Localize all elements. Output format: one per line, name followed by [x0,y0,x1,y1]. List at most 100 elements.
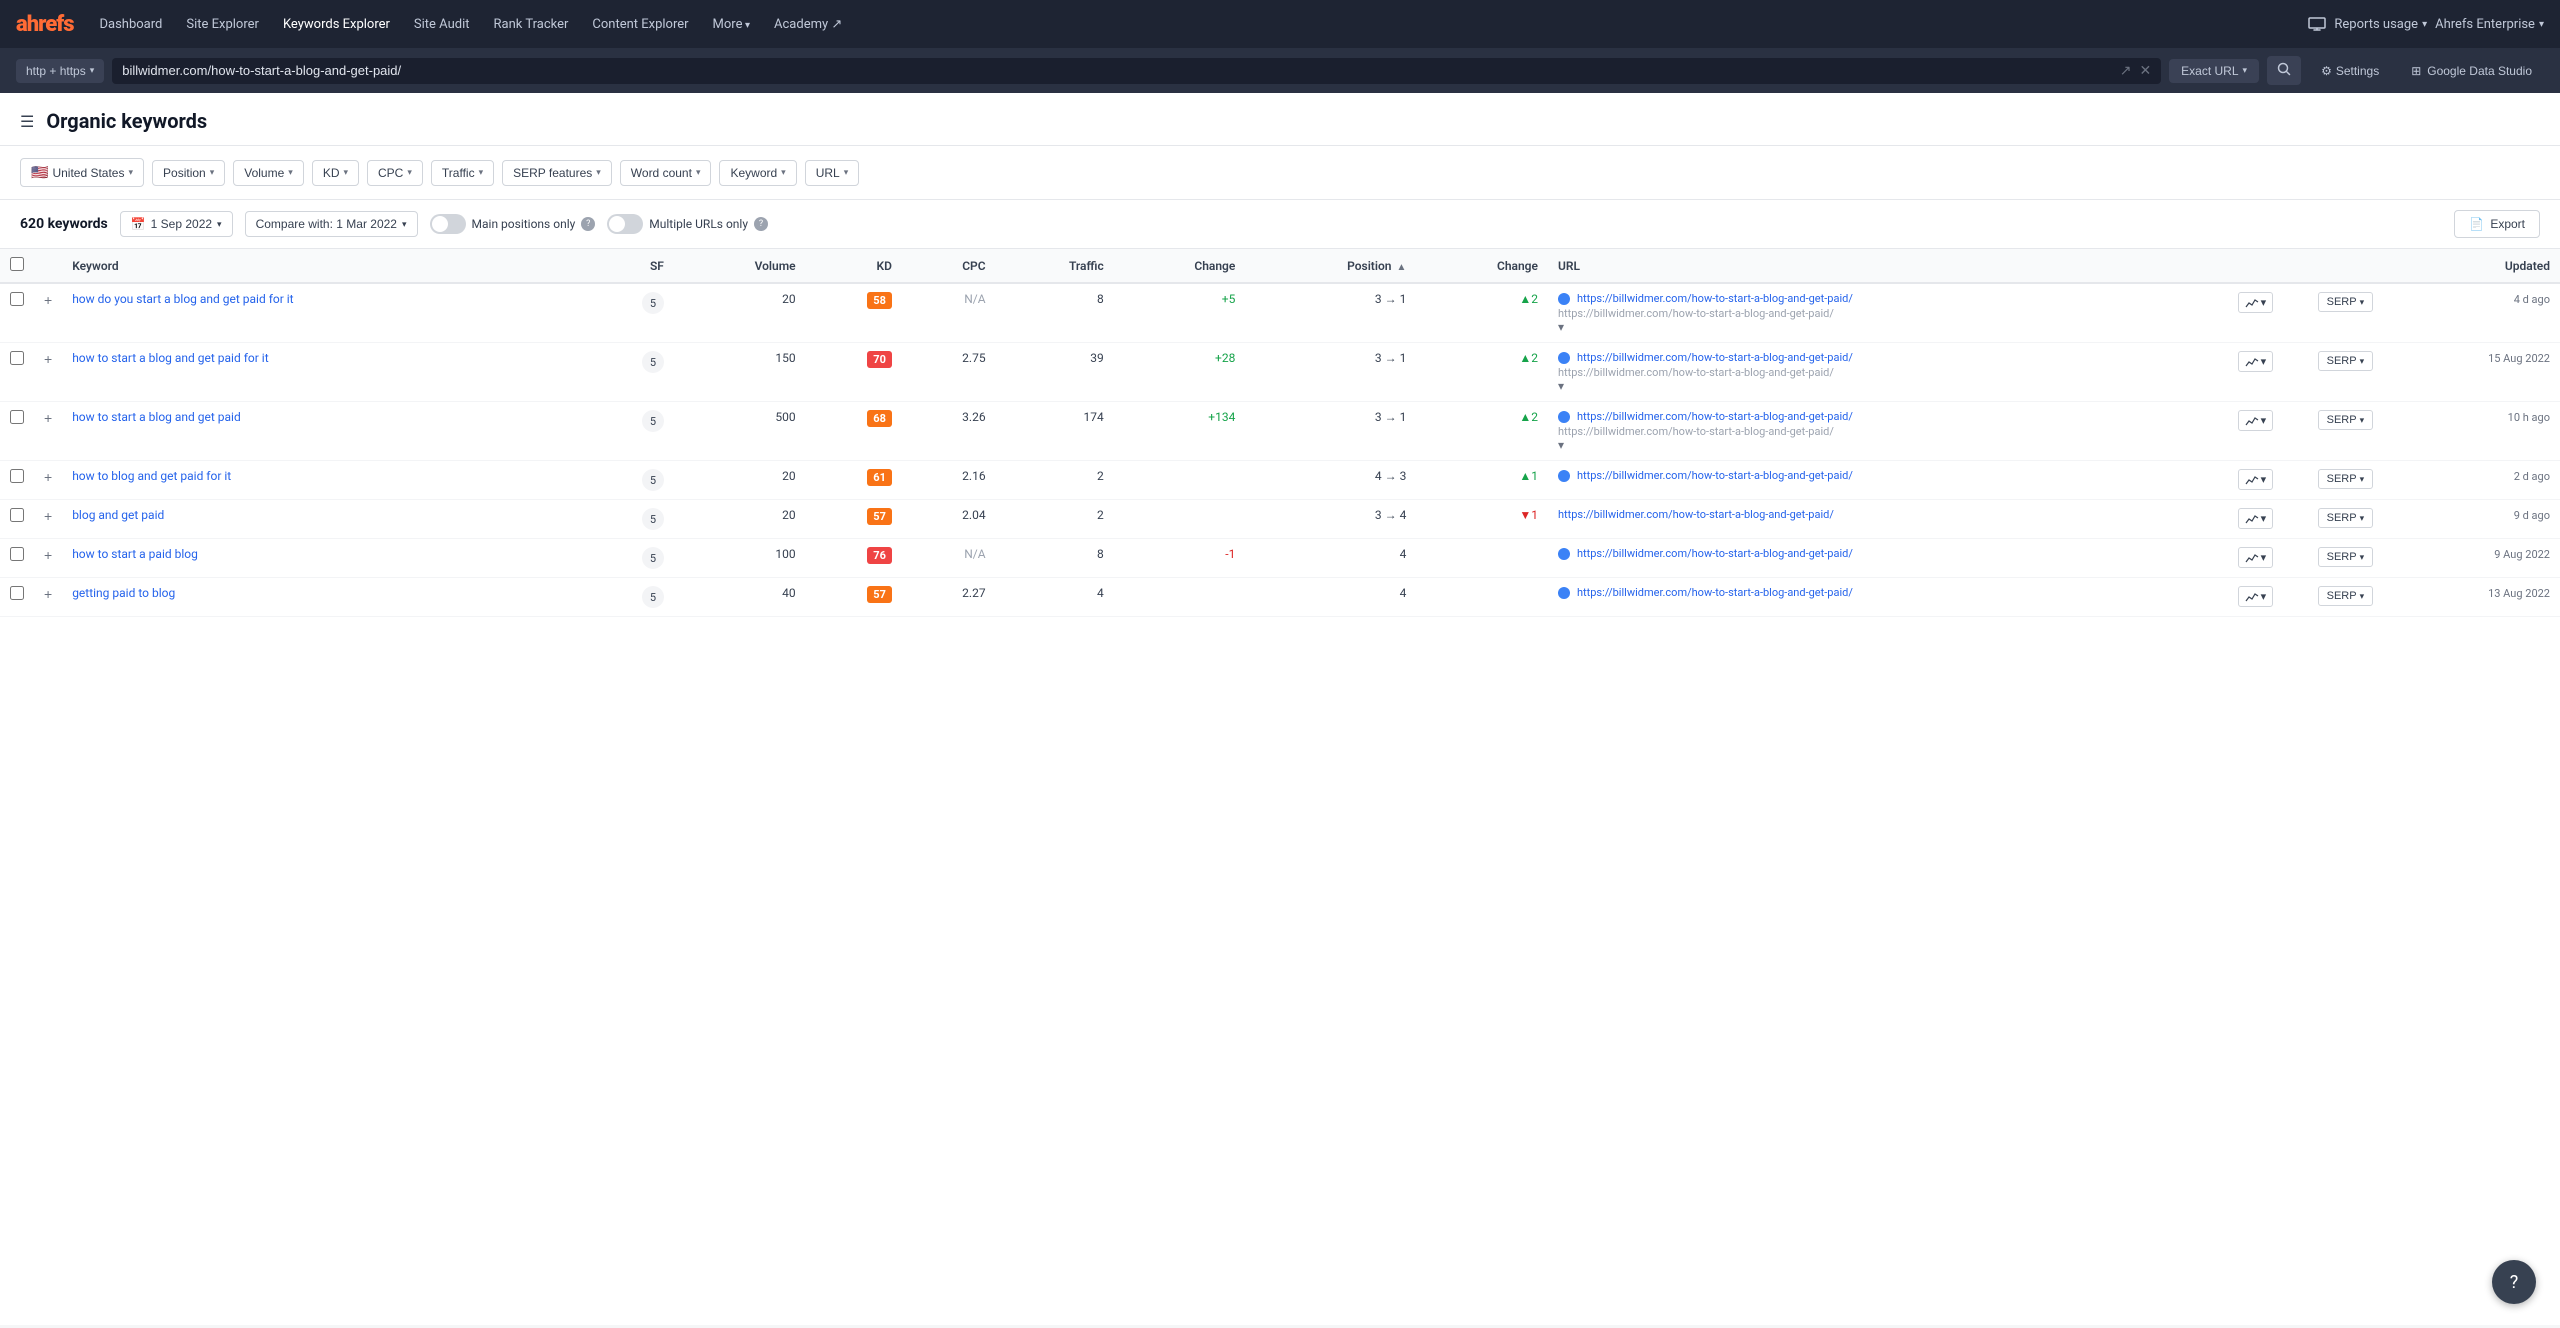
add-to-list-btn[interactable]: + [44,469,52,485]
external-link-icon[interactable]: ↗ [2120,63,2132,79]
main-positions-toggle[interactable] [430,214,466,234]
search-btn[interactable] [2267,56,2301,85]
row-select-checkbox[interactable] [10,410,24,424]
url-link[interactable]: https://billwidmer.com/how-to-start-a-bl… [1558,410,2218,423]
nav-site-explorer[interactable]: Site Explorer [176,11,269,38]
header-change-traffic[interactable]: Change [1114,249,1246,283]
filter-country[interactable]: 🇺🇸 United States ▾ [20,158,144,187]
row-select-checkbox[interactable] [10,508,24,522]
header-url[interactable]: URL [1548,249,2228,283]
chart-btn[interactable]: ▾ [2238,410,2274,431]
add-to-list-btn[interactable]: + [44,547,52,563]
header-volume[interactable]: Volume [674,249,806,283]
header-keyword[interactable]: Keyword [62,249,583,283]
nav-dashboard[interactable]: Dashboard [90,11,173,38]
chart-btn[interactable]: ▾ [2238,292,2274,313]
reports-usage-btn[interactable]: Reports usage ▾ [2334,17,2427,32]
add-to-list-btn[interactable]: + [44,508,52,524]
keyword-link[interactable]: how to start a paid blog [72,547,198,561]
multiple-urls-help[interactable]: ? [754,217,768,231]
header-cpc[interactable]: CPC [902,249,996,283]
filter-keyword[interactable]: Keyword ▾ [719,160,796,186]
url-expand-icon[interactable]: ▾ [1558,320,1564,334]
compare-btn[interactable]: Compare with: 1 Mar 2022 ▾ [245,211,418,237]
nav-site-audit[interactable]: Site Audit [404,11,480,38]
add-to-list-btn[interactable]: + [44,292,52,308]
keyword-link[interactable]: getting paid to blog [72,586,175,600]
serp-btn[interactable]: SERP ▾ [2318,547,2374,567]
settings-btn[interactable]: ⚙ Settings [2309,59,2391,83]
account-btn[interactable]: Ahrefs Enterprise ▾ [2435,17,2544,32]
filter-position[interactable]: Position ▾ [152,160,225,186]
url-input[interactable] [122,63,2111,78]
match-type-btn[interactable]: Exact URL ▾ [2169,59,2259,83]
date-picker-btn[interactable]: 📅 1 Sep 2022 ▾ [120,211,233,237]
add-to-list-btn[interactable]: + [44,410,52,426]
keyword-link[interactable]: how do you start a blog and get paid for… [72,292,293,306]
google-data-studio-btn[interactable]: ⊞ Google Data Studio [2399,59,2544,83]
nav-rank-tracker[interactable]: Rank Tracker [484,11,579,38]
filter-cpc[interactable]: CPC ▾ [367,160,423,186]
chart-btn[interactable]: ▾ [2238,586,2274,607]
header-sf[interactable]: SF [583,249,674,283]
logo[interactable]: ahrefs [16,12,74,37]
serp-btn[interactable]: SERP ▾ [2318,351,2374,371]
nav-more[interactable]: More [703,11,760,38]
protocol-selector[interactable]: http + https ▾ [16,59,104,83]
url-link[interactable]: https://billwidmer.com/how-to-start-a-bl… [1558,469,2218,482]
clear-url-icon[interactable]: ✕ [2139,63,2151,79]
multiple-urls-toggle[interactable] [607,214,643,234]
filter-url[interactable]: URL ▾ [805,160,860,186]
select-all-checkbox[interactable] [10,257,24,271]
header-updated[interactable]: Updated [2383,249,2560,283]
serp-btn[interactable]: SERP ▾ [2318,292,2374,312]
monitor-icon[interactable] [2308,17,2326,31]
chart-btn[interactable]: ▾ [2238,469,2274,490]
keyword-link[interactable]: how to start a blog and get paid for it [72,351,268,365]
chart-btn[interactable]: ▾ [2238,351,2274,372]
url-link[interactable]: https://billwidmer.com/how-to-start-a-bl… [1558,586,2218,599]
nav-keywords-explorer[interactable]: Keywords Explorer [273,11,400,38]
help-fab[interactable]: ? [2492,1260,2536,1304]
chart-btn[interactable]: ▾ [2238,547,2274,568]
serp-btn[interactable]: SERP ▾ [2318,508,2374,528]
serp-btn[interactable]: SERP ▾ [2318,469,2374,489]
row-select-checkbox[interactable] [10,292,24,306]
url-expand-icon[interactable]: ▾ [1558,438,1564,452]
filter-traffic[interactable]: Traffic ▾ [431,160,494,186]
row-select-checkbox[interactable] [10,469,24,483]
filter-volume[interactable]: Volume ▾ [233,160,304,186]
keyword-link[interactable]: blog and get paid [72,508,164,522]
nav-content-explorer[interactable]: Content Explorer [582,11,698,38]
row-volume: 20 [674,461,806,500]
filter-kd[interactable]: KD ▾ [312,160,359,186]
table-wrapper: Keyword SF Volume KD CPC Traffic Change … [0,249,2560,617]
nav-academy[interactable]: Academy ↗ [764,11,852,38]
updated-text: 9 Aug 2022 [2494,548,2550,561]
url-link[interactable]: https://billwidmer.com/how-to-start-a-bl… [1558,292,2218,305]
chart-btn[interactable]: ▾ [2238,508,2274,529]
keyword-link[interactable]: how to start a blog and get paid [72,410,241,424]
url-link[interactable]: https://billwidmer.com/how-to-start-a-bl… [1558,547,2218,560]
add-to-list-btn[interactable]: + [44,351,52,367]
filter-word-count[interactable]: Word count ▾ [620,160,712,186]
url-expand-icon[interactable]: ▾ [1558,379,1564,393]
header-kd[interactable]: KD [806,249,902,283]
url-link[interactable]: https://billwidmer.com/how-to-start-a-bl… [1558,351,2218,364]
serp-btn[interactable]: SERP ▾ [2318,410,2374,430]
serp-btn[interactable]: SERP ▾ [2318,586,2374,606]
sidebar-toggle[interactable]: ☰ [20,112,34,131]
filter-serp-features[interactable]: SERP features ▾ [502,160,612,186]
header-change-position[interactable]: Change [1416,249,1548,283]
header-position[interactable]: Position ▲ [1245,249,1416,283]
main-positions-help[interactable]: ? [581,217,595,231]
export-btn[interactable]: 📄 Export [2454,210,2540,238]
row-select-checkbox[interactable] [10,547,24,561]
header-traffic[interactable]: Traffic [996,249,1114,283]
row-serp: SERP ▾ [2308,343,2384,402]
url-link[interactable]: https://billwidmer.com/how-to-start-a-bl… [1558,508,2218,521]
row-select-checkbox[interactable] [10,351,24,365]
keyword-link[interactable]: how to blog and get paid for it [72,469,231,483]
add-to-list-btn[interactable]: + [44,586,52,602]
row-select-checkbox[interactable] [10,586,24,600]
